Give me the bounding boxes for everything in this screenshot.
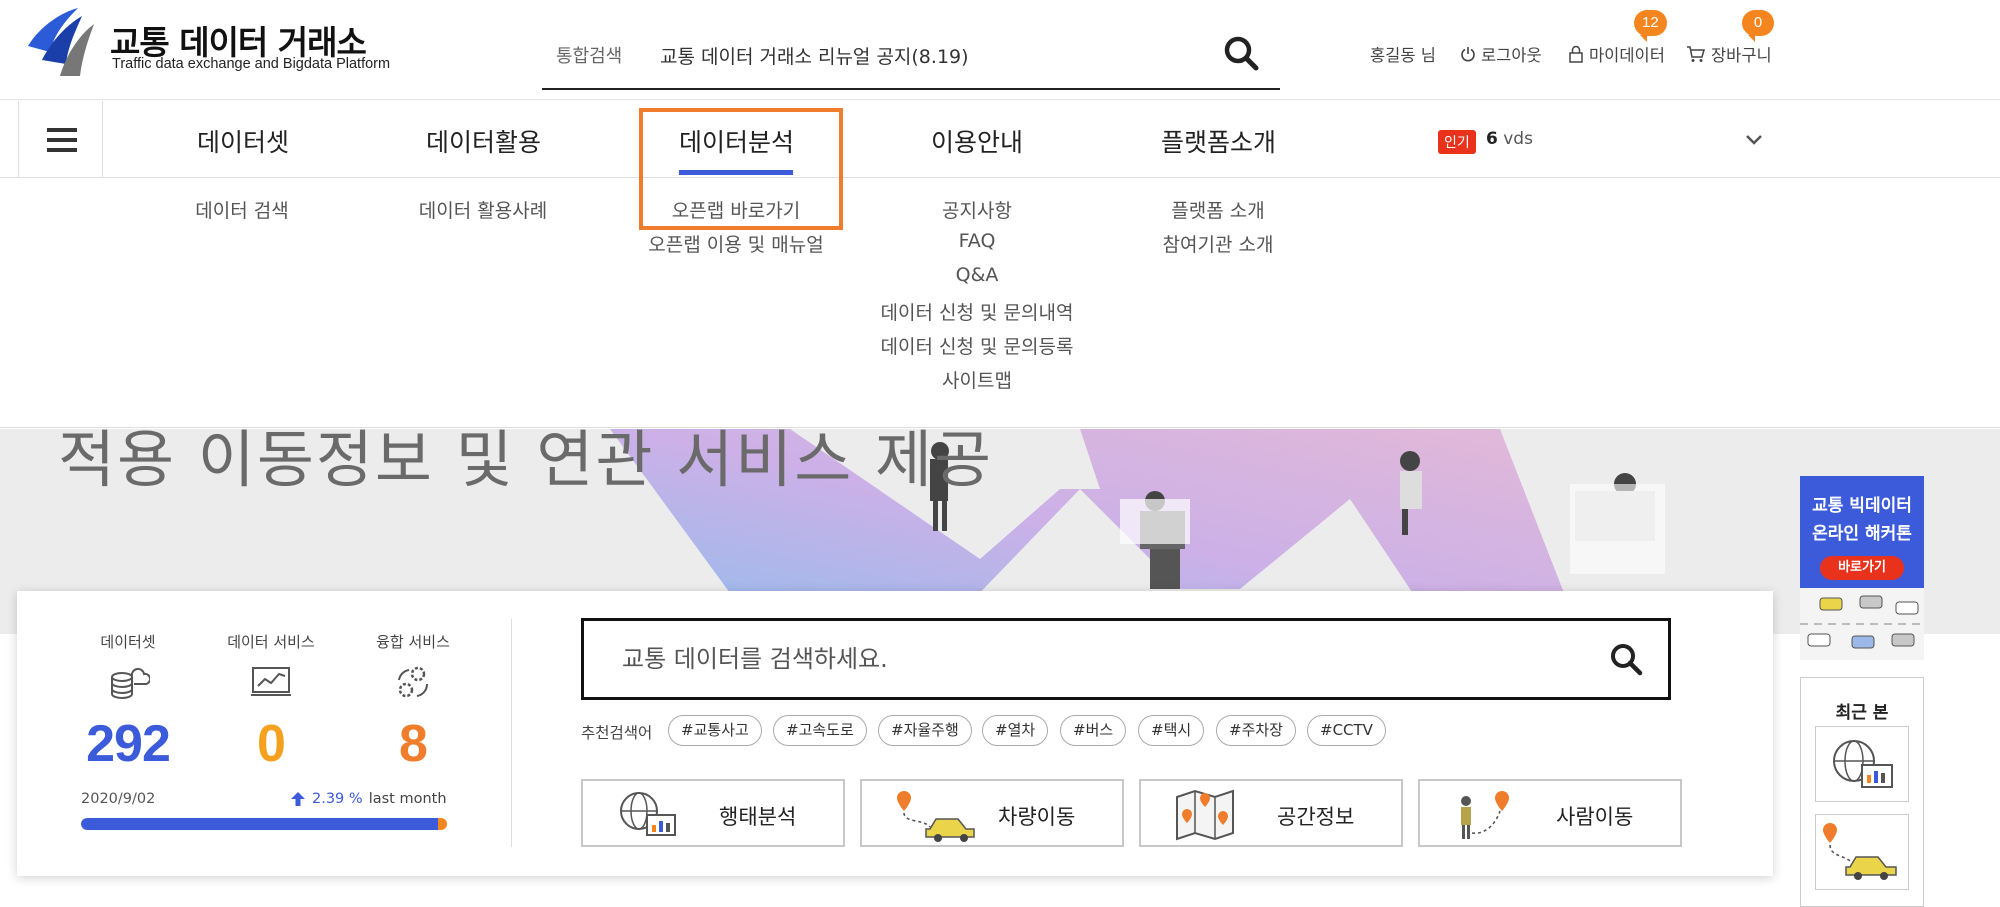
search-icon[interactable] <box>1220 32 1264 76</box>
global-search-bar: 통합검색 교통 데이터 거래소 리뉴얼 공지(8.19) <box>542 26 1280 90</box>
main-navigation: 데이터셋 데이터활용 데이터분석 이용안내 플랫폼소개 <box>0 101 2000 178</box>
ad-go-button[interactable]: 바로가기 <box>1820 556 1904 580</box>
my-data-count-badge: 12 <box>1634 10 1667 42</box>
progress-tip <box>438 818 447 830</box>
car-route-icon <box>897 791 975 842</box>
tag-traffic-accident[interactable]: #교통사고 <box>668 715 762 746</box>
user-name: 홍길동 님 <box>1370 46 1436 65</box>
submenu-openlab-manual[interactable]: 오픈랩 이용 및 매뉴얼 <box>648 230 823 257</box>
top-header: 교통 데이터 거래소 Traffic data exchange and Big… <box>0 0 2000 100</box>
submenu-sitemap[interactable]: 사이트맵 <box>942 366 1012 393</box>
hot-keyword[interactable]: 6 vds <box>1486 129 1533 149</box>
recent-title: 최근 본 <box>1835 703 1889 723</box>
progress-fill <box>81 818 440 830</box>
ad-title: 교통 빅데이터 온라인 해커톤 <box>1812 496 1912 544</box>
category-behavior-analysis[interactable]: 행태분석 <box>581 779 845 847</box>
cart-link[interactable]: 장바구니 <box>1686 42 1772 66</box>
cart-icon <box>1687 46 1705 62</box>
recently-viewed-panel: 최근 본 <box>1800 677 1924 907</box>
menu-button[interactable] <box>18 101 103 178</box>
main-search-icon[interactable] <box>1608 641 1646 679</box>
site-logo[interactable]: 교통 데이터 거래소 Traffic data exchange and Big… <box>22 6 402 80</box>
highlight-box <box>639 108 843 230</box>
database-cloud-icon <box>111 667 152 699</box>
chevron-down-icon[interactable] <box>1742 130 1766 150</box>
submenu-partner-intro[interactable]: 참여기관 소개 <box>1163 230 1274 257</box>
car-route-icon <box>1823 823 1897 880</box>
stat-data-service-label: 데이터 서비스 <box>227 633 315 651</box>
stat-fusion-service[interactable]: 융합 서비스 8 <box>353 631 473 774</box>
nav-guide[interactable]: 이용안내 <box>931 123 1023 159</box>
globe-chart-icon <box>620 792 676 836</box>
submenu-notice[interactable]: 공지사항 <box>942 196 1012 223</box>
hackathon-ad-banner[interactable]: 교통 빅데이터 온라인 해커톤 바로가기 <box>1800 476 1924 660</box>
stat-dataset-label: 데이터셋 <box>100 633 156 651</box>
category-vehicle-movement[interactable]: 차량이동 <box>860 779 1124 847</box>
power-icon <box>1461 47 1475 62</box>
category-vehicle-label: 차량이동 <box>998 805 1076 829</box>
category-people-movement[interactable]: 사람이동 <box>1418 779 1682 847</box>
search-notice-link[interactable]: 교통 데이터 거래소 리뉴얼 공지(8.19) <box>660 42 969 69</box>
hamburger-icon <box>47 128 77 132</box>
category-people-label: 사람이동 <box>1556 805 1634 829</box>
tag-train[interactable]: #열차 <box>982 715 1049 746</box>
stat-dataset-value: 292 <box>86 715 171 773</box>
tag-highway[interactable]: #고속도로 <box>773 715 867 746</box>
hot-badge: 인기 <box>1438 130 1476 154</box>
category-spatial-label: 공간정보 <box>1277 805 1355 829</box>
stat-growth: 2.39 % last month <box>290 791 447 807</box>
monitor-chart-icon <box>251 667 291 696</box>
map-pins-icon <box>1176 789 1234 841</box>
stat-date: 2020/9/02 <box>81 791 156 807</box>
main-dashboard-card: 데이터셋 292 데이터 서비스 0 융합 서비스 8 2020/9/02 2.… <box>17 591 1773 876</box>
nav-platform[interactable]: 플랫폼소개 <box>1161 123 1276 159</box>
arrow-up-icon <box>291 792 305 806</box>
submenu-usage-cases[interactable]: 데이터 활용사례 <box>419 196 547 223</box>
tag-taxi[interactable]: #택시 <box>1138 715 1205 746</box>
logout-link[interactable]: 로그아웃 <box>1460 42 1542 66</box>
person-route-icon <box>1461 791 1509 839</box>
stat-dataset[interactable]: 데이터셋 292 <box>68 631 188 774</box>
search-tab-integrated[interactable]: 통합검색 <box>556 42 622 68</box>
category-behavior-label: 행태분석 <box>719 805 797 829</box>
globe-chart-icon <box>1833 740 1893 788</box>
my-data-link[interactable]: 마이데이터 <box>1568 42 1665 66</box>
submenu-platform-intro[interactable]: 플랫폼 소개 <box>1171 196 1264 223</box>
stat-progress-bar <box>81 818 447 830</box>
main-search-input[interactable] <box>622 641 1522 677</box>
submenu-request-history[interactable]: 데이터 신청 및 문의내역 <box>881 298 1074 325</box>
logo-swoosh-icon <box>28 8 94 76</box>
main-search-box <box>581 618 1671 700</box>
recent-item-vehicle[interactable] <box>1815 814 1909 890</box>
stat-fusion-service-label: 융합 서비스 <box>376 633 450 651</box>
submenu-qna[interactable]: Q&A <box>956 264 999 286</box>
cart-count-badge: 0 <box>1742 10 1774 42</box>
lock-icon <box>1569 45 1583 63</box>
tag-autonomous[interactable]: #자율주행 <box>878 715 972 746</box>
submenu-request-register[interactable]: 데이터 신청 및 문의등록 <box>881 332 1074 359</box>
stat-fusion-service-value: 8 <box>399 715 428 773</box>
category-spatial-info[interactable]: 공간정보 <box>1139 779 1403 847</box>
ad-road-graphic <box>1800 588 1924 660</box>
stat-data-service-value: 0 <box>257 715 286 773</box>
logo-subtitle: Traffic data exchange and Bigdata Platfo… <box>112 56 391 72</box>
tag-cctv[interactable]: #CCTV <box>1307 715 1386 746</box>
recommend-label: 추천검색어 <box>581 724 653 742</box>
submenu-faq[interactable]: FAQ <box>959 230 996 252</box>
card-divider <box>511 619 512 847</box>
recent-item-behavior[interactable] <box>1815 726 1909 802</box>
nav-data-usage[interactable]: 데이터활용 <box>426 123 541 159</box>
submenu-data-search[interactable]: 데이터 검색 <box>195 196 288 223</box>
banner-headline: 적용 이동정보 및 연관 서비스 제공 <box>58 429 994 496</box>
nav-dataset[interactable]: 데이터셋 <box>197 123 289 159</box>
tag-bus[interactable]: #버스 <box>1060 715 1127 746</box>
gear-cycle-icon <box>398 666 429 698</box>
mega-menu-dropdown: 데이터 검색 데이터 활용사례 오픈랩 바로가기 오픈랩 이용 및 매뉴얼 공지… <box>0 179 2000 428</box>
tag-parking[interactable]: #주차장 <box>1216 715 1296 746</box>
stat-data-service[interactable]: 데이터 서비스 0 <box>211 631 331 774</box>
